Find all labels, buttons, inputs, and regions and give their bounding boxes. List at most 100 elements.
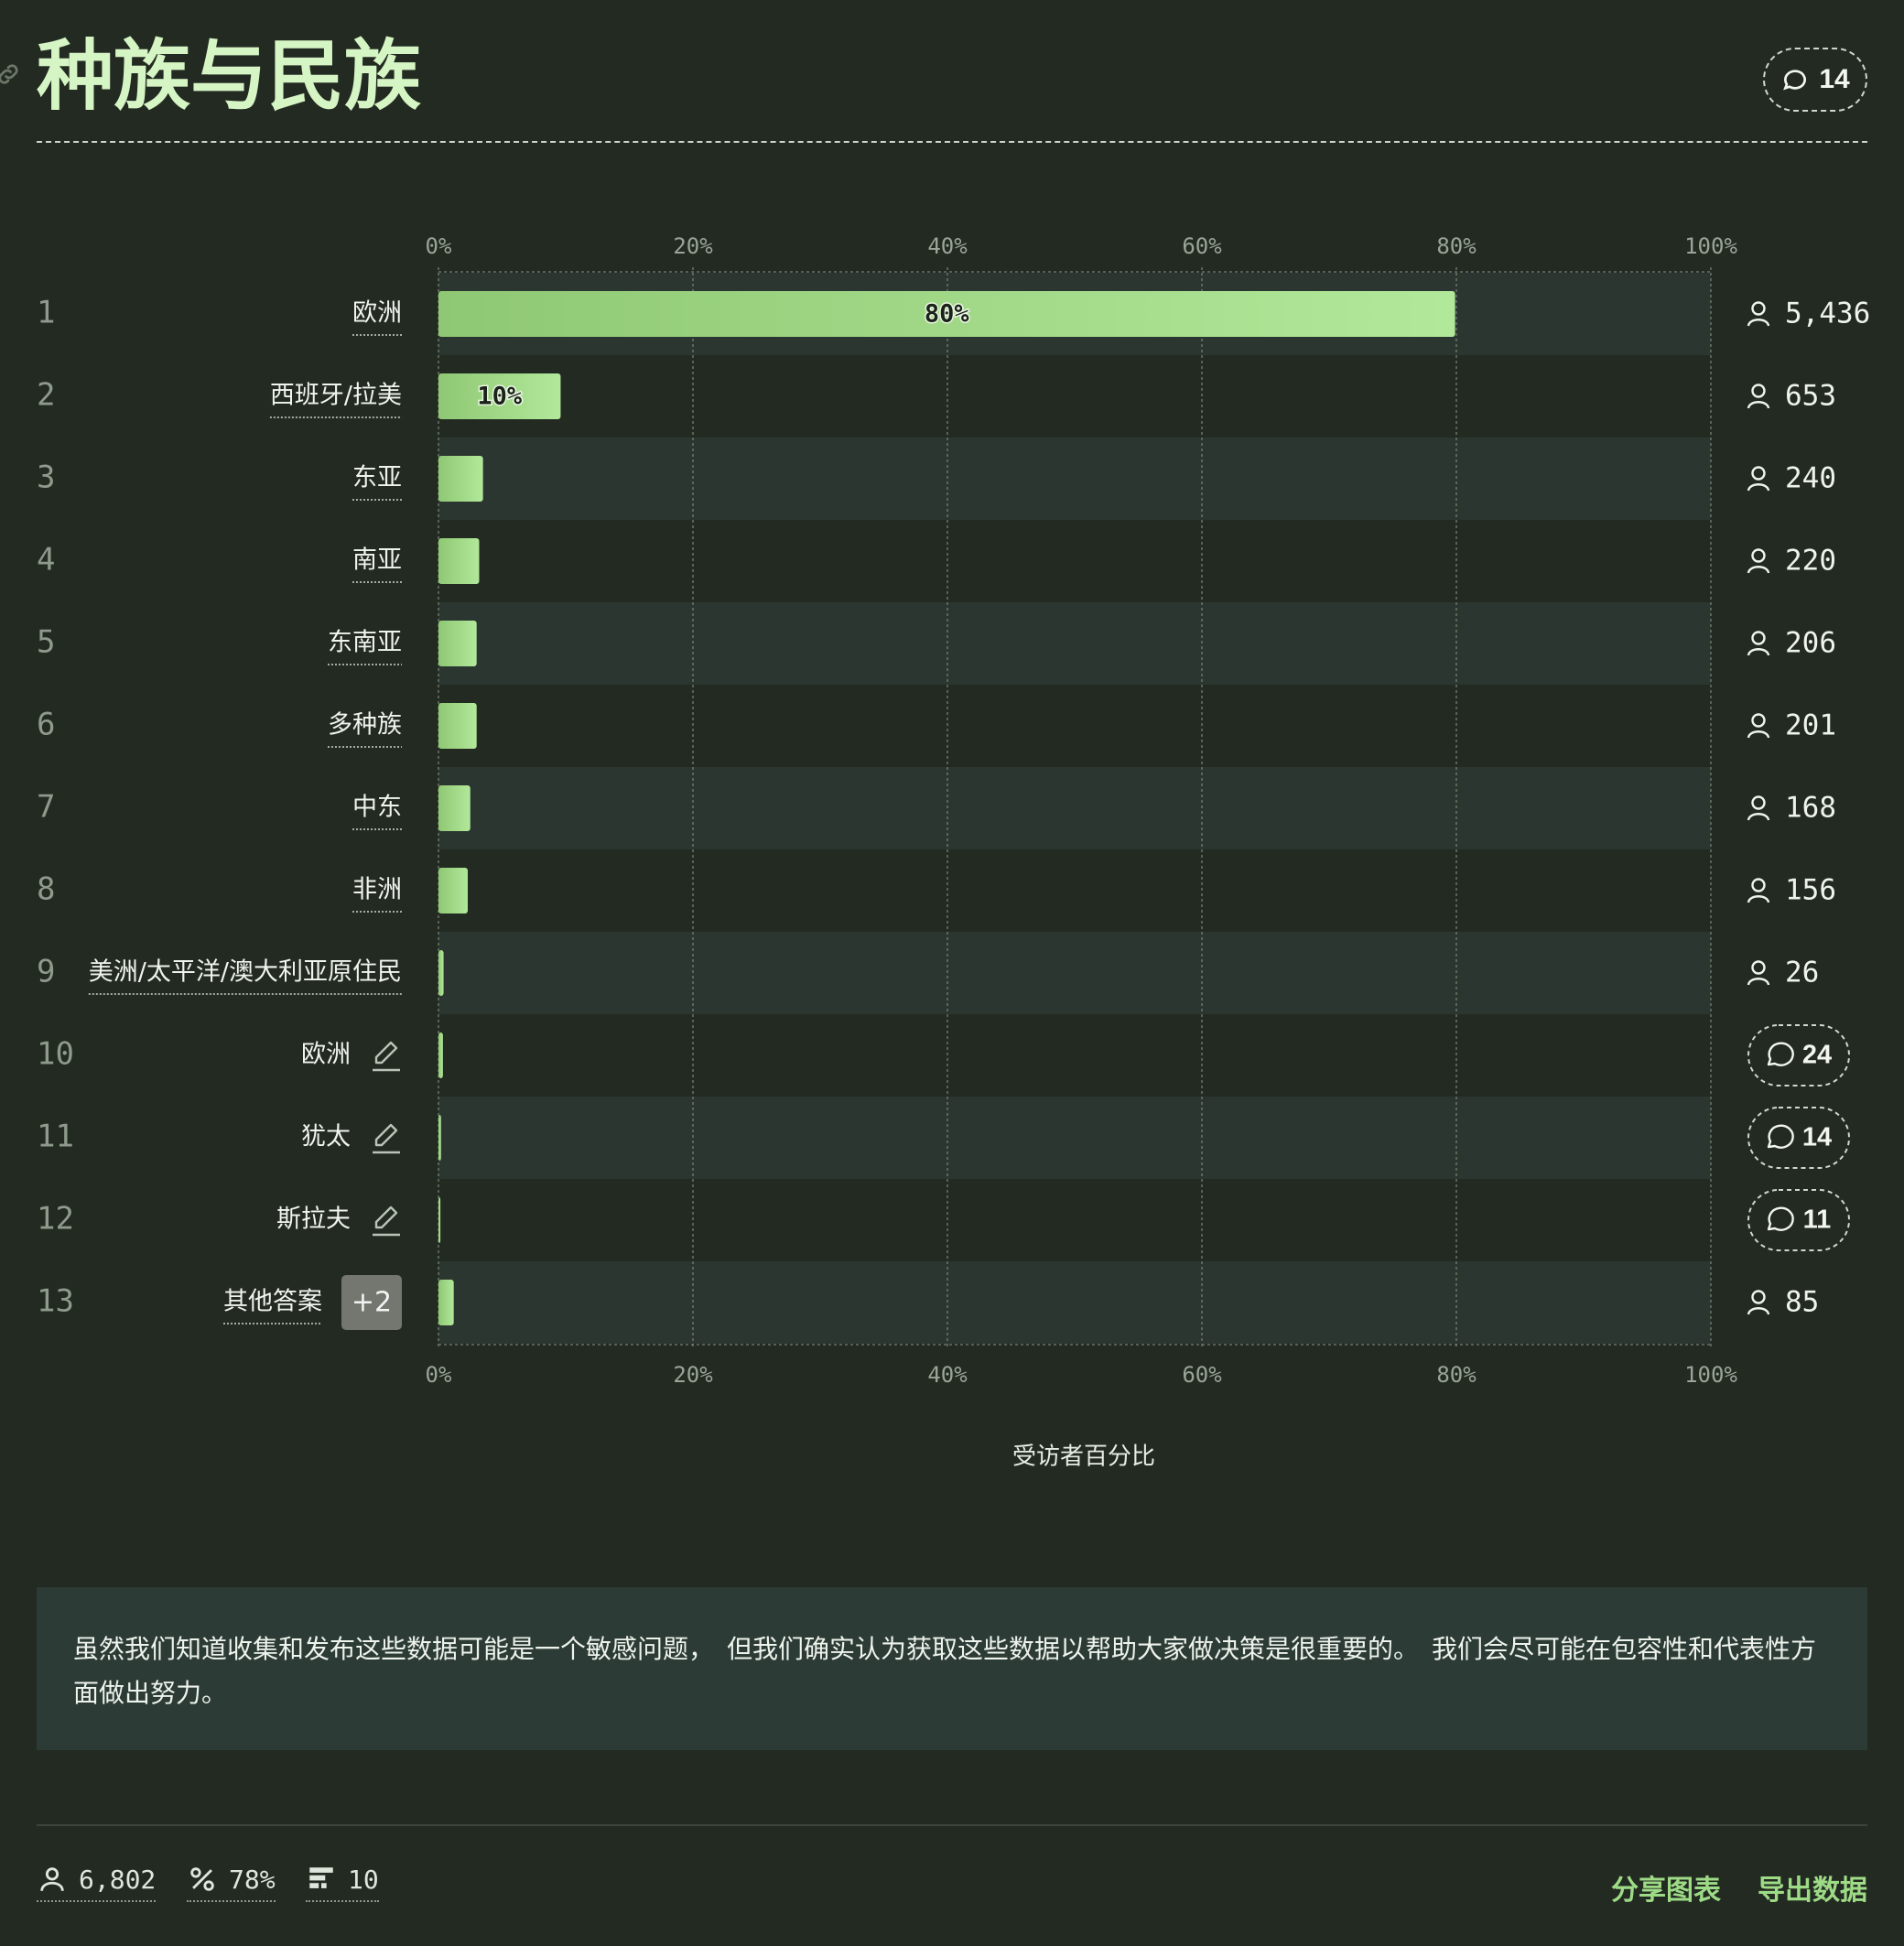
- person-icon-body: [1747, 1307, 1770, 1315]
- bar[interactable]: [438, 1032, 443, 1078]
- bar[interactable]: [438, 703, 477, 749]
- comments-button[interactable]: [1747, 1189, 1850, 1251]
- row-rank: 10: [37, 1036, 74, 1073]
- person-icon-head: [1751, 795, 1766, 810]
- bar[interactable]: [438, 621, 477, 666]
- respondent-count: 220: [1785, 545, 1836, 578]
- respondent-count: 156: [1785, 874, 1836, 907]
- row-background: [438, 438, 1711, 520]
- row-rank: 2: [37, 377, 55, 414]
- comments-button[interactable]: [1747, 1024, 1850, 1087]
- category-label[interactable]: 美洲/太平洋/澳大利亚原住民: [89, 958, 402, 987]
- tick-label-top: 100%: [1684, 233, 1737, 259]
- respondent-count: 240: [1785, 462, 1836, 495]
- row-rank: 11: [37, 1119, 74, 1155]
- share-chart-button[interactable]: 分享图表: [1611, 1867, 1721, 1908]
- person-icon-body: [1747, 483, 1770, 492]
- export-data-button[interactable]: 导出数据: [1758, 1867, 1867, 1908]
- respondent-count: 85: [1785, 1286, 1819, 1319]
- category-label[interactable]: 其他答案: [223, 1288, 322, 1316]
- category-label[interactable]: 欧洲: [352, 299, 402, 328]
- person-icon: [1747, 1290, 1770, 1315]
- comments-pill-outline: [1747, 1107, 1850, 1169]
- edit-icon[interactable]: [373, 1205, 400, 1237]
- bar[interactable]: [438, 950, 444, 996]
- stat-respondents[interactable]: 6,802: [37, 1864, 157, 1902]
- category-label[interactable]: 中东: [352, 794, 402, 822]
- row-rank: 4: [37, 542, 55, 578]
- category-label[interactable]: 东南亚: [328, 629, 402, 657]
- bar[interactable]: [438, 1115, 441, 1161]
- person-icon: [1747, 960, 1770, 986]
- stat-percent-value: 78%: [229, 1864, 276, 1895]
- person-icon-head: [1751, 1290, 1766, 1304]
- person-icon-head: [1751, 548, 1766, 563]
- category-label[interactable]: 东亚: [352, 464, 402, 492]
- edit-icon-pencil: [374, 1123, 398, 1147]
- edit-icon[interactable]: [373, 1041, 400, 1072]
- comment-icon: [1767, 1042, 1794, 1066]
- category-label[interactable]: 西班牙/拉美: [270, 382, 402, 410]
- comment-count: 11: [1803, 1205, 1832, 1235]
- bar[interactable]: [438, 868, 468, 914]
- category-label[interactable]: 非洲: [352, 876, 402, 904]
- row-background: [438, 602, 1711, 685]
- bar[interactable]: [438, 1197, 441, 1243]
- person-icon: [1747, 384, 1770, 409]
- comment-icon: [1767, 1206, 1794, 1231]
- person-icon: [40, 1867, 64, 1891]
- person-icon-body: [1747, 895, 1770, 903]
- respondent-count: 206: [1785, 627, 1836, 660]
- person-icon-head: [1751, 384, 1766, 398]
- respondent-count: 26: [1785, 957, 1819, 989]
- person-icon-body: [1747, 978, 1770, 986]
- stat-questions[interactable]: 10: [306, 1864, 379, 1902]
- comments-button[interactable]: [1747, 1107, 1850, 1169]
- row-rank: 6: [37, 707, 55, 743]
- respondent-count: 653: [1785, 380, 1836, 413]
- data-disclaimer: 虽然我们知道收集和发布这些数据可能是一个敏感问题， 但我们确实认为获取这些数据以…: [37, 1587, 1867, 1750]
- person-icon-body: [1747, 401, 1770, 409]
- person-icon-body: [1747, 648, 1770, 656]
- category-label[interactable]: 犹太: [301, 1123, 351, 1151]
- category-label[interactable]: 多种族: [328, 711, 402, 740]
- person-icon: [1747, 795, 1770, 821]
- row-background: [438, 1261, 1711, 1344]
- bar[interactable]: [438, 456, 483, 502]
- row-rank: 7: [37, 789, 55, 826]
- bar[interactable]: [438, 538, 480, 584]
- stat-percent[interactable]: 78%: [187, 1864, 276, 1902]
- tick-label-bottom: 60%: [1182, 1362, 1222, 1388]
- person-icon: [1747, 631, 1770, 656]
- row-rank: 8: [37, 871, 55, 908]
- row-rank: 1: [37, 295, 55, 331]
- tick-label-bottom: 0%: [426, 1362, 452, 1388]
- comment-count: 24: [1802, 1041, 1832, 1070]
- tick-label-top: 80%: [1436, 233, 1477, 259]
- category-label[interactable]: 欧洲: [301, 1041, 351, 1069]
- person-icon: [1747, 713, 1770, 739]
- bar[interactable]: [438, 1280, 454, 1325]
- row-background: [438, 767, 1711, 849]
- category-label[interactable]: 南亚: [352, 546, 402, 575]
- tick-label-top: 0%: [426, 233, 452, 259]
- comments-pill-outline: [1747, 1189, 1850, 1251]
- person-icon: [1747, 466, 1770, 492]
- person-icon-head: [1751, 301, 1766, 316]
- respondent-count: 168: [1785, 792, 1836, 825]
- category-label[interactable]: 斯拉夫: [276, 1205, 351, 1234]
- edit-icon[interactable]: [373, 1123, 400, 1154]
- stat-questions-value: 10: [348, 1864, 379, 1895]
- row-rank: 13: [37, 1283, 74, 1320]
- respondent-count: 201: [1785, 709, 1836, 742]
- x-axis-title: 受访者百分比: [1012, 1443, 1155, 1471]
- edit-icon-pencil: [374, 1205, 398, 1229]
- bar[interactable]: [438, 785, 471, 831]
- comment-icon: [1767, 1124, 1794, 1149]
- more-answers-count: +2: [352, 1287, 392, 1319]
- tick-label-bottom: 100%: [1684, 1362, 1737, 1388]
- tick-label-top: 60%: [1182, 233, 1222, 259]
- row-rank: 5: [37, 624, 55, 661]
- bar-value-label: 80%: [925, 300, 970, 329]
- person-icon-body: [1747, 566, 1770, 574]
